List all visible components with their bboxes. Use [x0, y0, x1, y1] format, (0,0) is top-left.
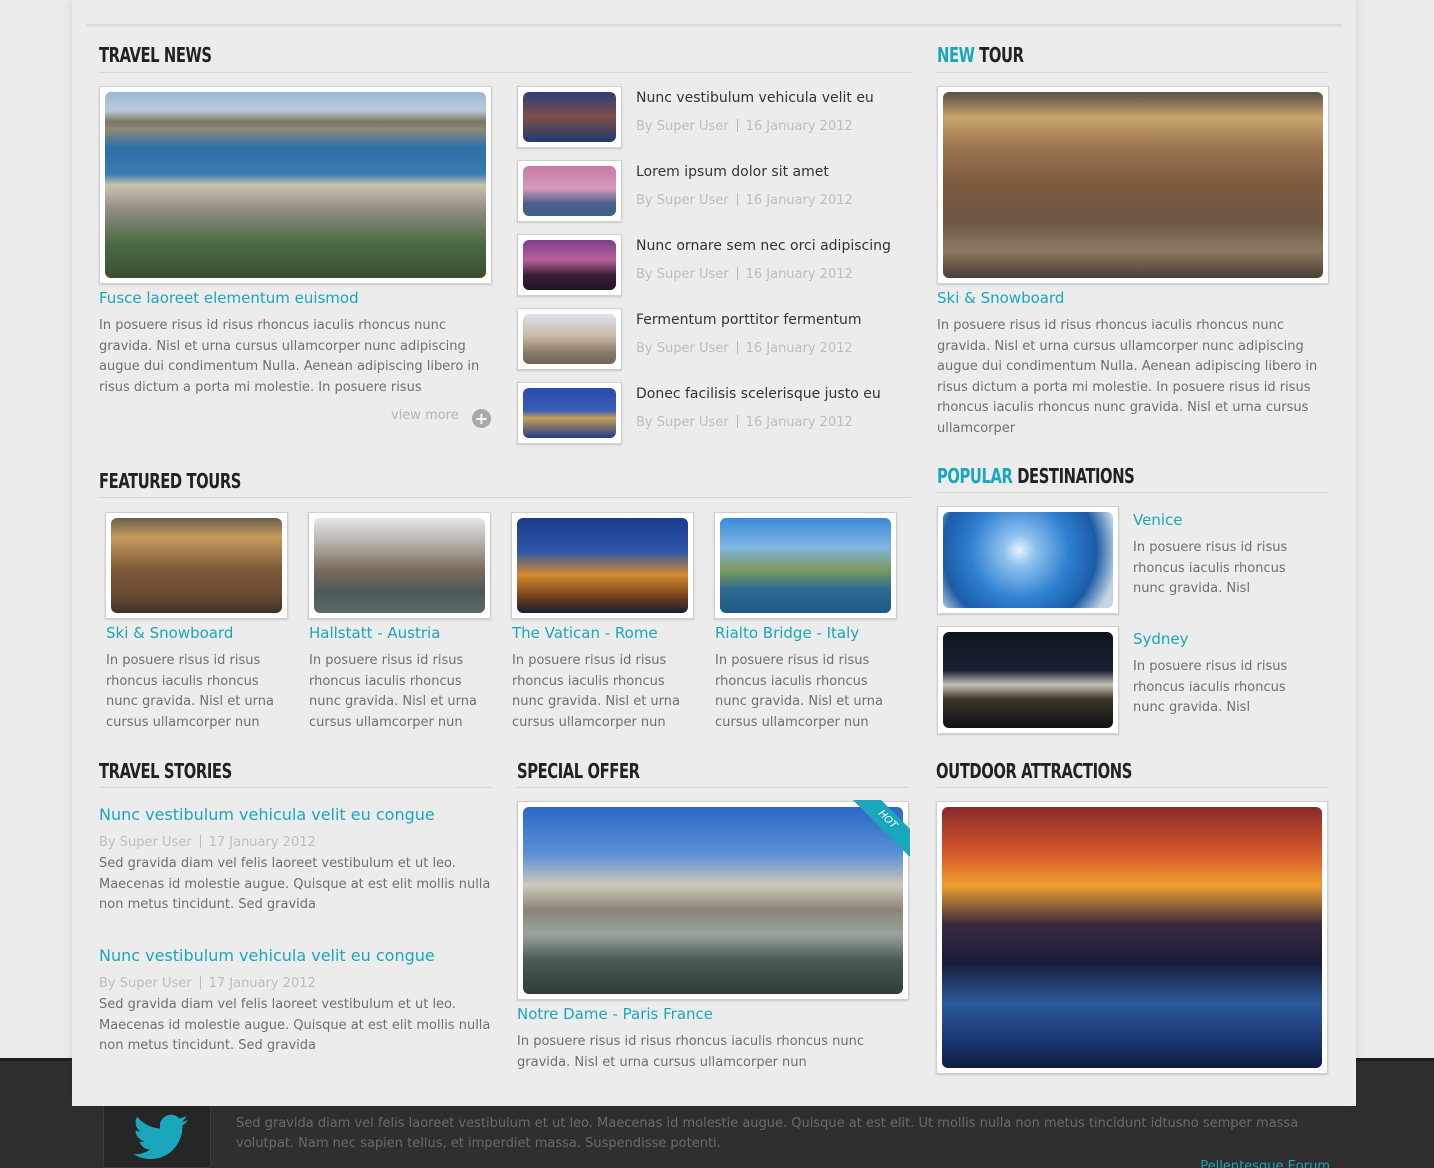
story-title[interactable]: Nunc vestibulum vehicula velit eu congue: [99, 805, 435, 825]
featured-tour-body: In posuere risus id risus rhoncus iaculi…: [512, 653, 680, 730]
featured-tour-image[interactable]: [308, 512, 491, 619]
news-item-title[interactable]: Nunc ornare sem nec orci adipiscing: [636, 238, 891, 254]
news-item-date: 16 January 2012: [745, 193, 853, 208]
travel-stories-rule: [99, 787, 491, 788]
meta-separator: [736, 341, 738, 354]
news-item-meta: By Super User 16 January 2012: [636, 119, 853, 134]
outdoor-attractions-image[interactable]: [936, 801, 1328, 1074]
news-item-author: By Super User: [636, 415, 729, 430]
featured-tour-title[interactable]: The Vatican - Rome: [512, 623, 658, 643]
featured-tour-body: In posuere risus id risus rhoncus iaculi…: [309, 653, 477, 730]
news-item-meta: By Super User 16 January 2012: [636, 341, 853, 356]
featured-tour-image[interactable]: [511, 512, 694, 619]
news-item-author: By Super User: [636, 119, 729, 134]
popular-destinations-heading: POPULAR DESTINATIONS: [937, 464, 1135, 488]
hot-badge-label: HOT: [848, 800, 910, 856]
special-offer-title[interactable]: Notre Dame - Paris France: [517, 1004, 713, 1024]
destination-title[interactable]: Sydney: [1133, 629, 1189, 649]
new-tour-heading: NEW TOUR: [937, 43, 1024, 67]
news-item-date: 16 January 2012: [745, 415, 853, 430]
hot-badge: HOT: [848, 800, 910, 856]
footer-link[interactable]: Pellentesque Eorum: [1200, 1159, 1330, 1168]
featured-news-title[interactable]: Fusce laoreet elementum euismod: [99, 288, 359, 308]
news-item-date: 16 January 2012: [745, 341, 853, 356]
story-meta: By Super User 17 January 2012: [99, 976, 316, 991]
story-meta: By Super User 17 January 2012: [99, 835, 316, 850]
special-offer-rule: [517, 787, 909, 788]
news-item-meta: By Super User 16 January 2012: [636, 267, 853, 282]
news-thumb-4[interactable]: [517, 308, 622, 370]
special-offer-heading: SPECIAL OFFER: [517, 759, 640, 783]
destination-title[interactable]: Venice: [1133, 510, 1182, 530]
story-author: By Super User: [99, 835, 192, 850]
travel-news-featured-image[interactable]: [99, 86, 492, 284]
meta-separator: [199, 835, 201, 848]
featured-tour-image[interactable]: [714, 512, 897, 619]
story-author: By Super User: [99, 976, 192, 991]
featured-tours-rule: [99, 497, 911, 498]
destination-image[interactable]: [937, 506, 1119, 614]
meta-separator: [736, 267, 738, 280]
travel-news-heading: TRAVEL NEWS: [99, 43, 212, 67]
news-item-date: 16 January 2012: [745, 119, 853, 134]
news-item-meta: By Super User 16 January 2012: [636, 193, 853, 208]
travel-stories-heading: TRAVEL STORIES: [99, 759, 232, 783]
story-date: 17 January 2012: [208, 835, 316, 850]
featured-tour-title[interactable]: Ski & Snowboard: [106, 623, 233, 643]
new-tour-image[interactable]: [937, 86, 1329, 284]
top-divider: [86, 24, 1342, 28]
meta-separator: [736, 415, 738, 428]
plus-icon[interactable]: +: [472, 409, 491, 428]
news-item-author: By Super User: [636, 341, 729, 356]
news-item-author: By Super User: [636, 193, 729, 208]
featured-tour-image[interactable]: [105, 512, 288, 619]
news-item-date: 16 January 2012: [745, 267, 853, 282]
special-offer-body: In posuere risus id risus rhoncus iaculi…: [517, 1034, 864, 1070]
featured-tour-title[interactable]: Rialto Bridge - Italy: [715, 623, 859, 643]
featured-tour-title[interactable]: Hallstatt - Austria: [309, 623, 440, 643]
destination-body: In posuere risus id risus rhoncus iaculi…: [1133, 540, 1288, 596]
featured-tours-heading: FEATURED TOURS: [99, 469, 242, 493]
travel-news-rule: [99, 72, 911, 73]
meta-separator: [736, 193, 738, 206]
meta-separator: [199, 976, 201, 989]
featured-tour-body: In posuere risus id risus rhoncus iaculi…: [715, 653, 883, 730]
view-more-link[interactable]: view more: [391, 408, 459, 423]
meta-separator: [736, 119, 738, 132]
twitter-box[interactable]: [103, 1097, 211, 1168]
popular-destinations-rule: [937, 492, 1329, 493]
outdoor-attractions-heading: OUTDOOR ATTRACTIONS: [936, 759, 1132, 783]
news-thumb-3[interactable]: [517, 234, 622, 296]
news-thumb-5[interactable]: [517, 382, 622, 444]
news-item-title[interactable]: Nunc vestibulum vehicula velit eu: [636, 90, 874, 106]
news-item-author: By Super User: [636, 267, 729, 282]
news-item-title[interactable]: Donec facilisis scelerisque justo eu: [636, 386, 881, 402]
story-body: Sed gravida diam vel felis laoreet vesti…: [99, 856, 491, 912]
featured-news-body: In posuere risus id risus rhoncus iaculi…: [99, 318, 480, 395]
news-item-title[interactable]: Fermentum porttitor fermentum: [636, 312, 862, 328]
news-item-title[interactable]: Lorem ipsum dolor sit amet: [636, 164, 829, 180]
new-tour-rule: [937, 72, 1329, 73]
news-thumb-1[interactable]: [517, 86, 622, 148]
new-tour-body: In posuere risus id risus rhoncus iaculi…: [937, 318, 1318, 436]
twitter-bird-icon: [133, 1114, 188, 1159]
destination-body: In posuere risus id risus rhoncus iaculi…: [1133, 659, 1288, 715]
featured-tour-body: In posuere risus id risus rhoncus iaculi…: [106, 653, 274, 730]
story-body: Sed gravida diam vel felis laoreet vesti…: [99, 997, 491, 1053]
outdoor-attractions-rule: [936, 787, 1328, 788]
story-date: 17 January 2012: [208, 976, 316, 991]
destination-image[interactable]: [937, 626, 1119, 734]
news-thumb-2[interactable]: [517, 160, 622, 222]
story-title[interactable]: Nunc vestibulum vehicula velit eu congue: [99, 946, 435, 966]
footer-text: Sed gravida diam vel felis laoreet vesti…: [236, 1116, 1299, 1151]
new-tour-title[interactable]: Ski & Snowboard: [937, 288, 1064, 308]
news-item-meta: By Super User 16 January 2012: [636, 415, 853, 430]
